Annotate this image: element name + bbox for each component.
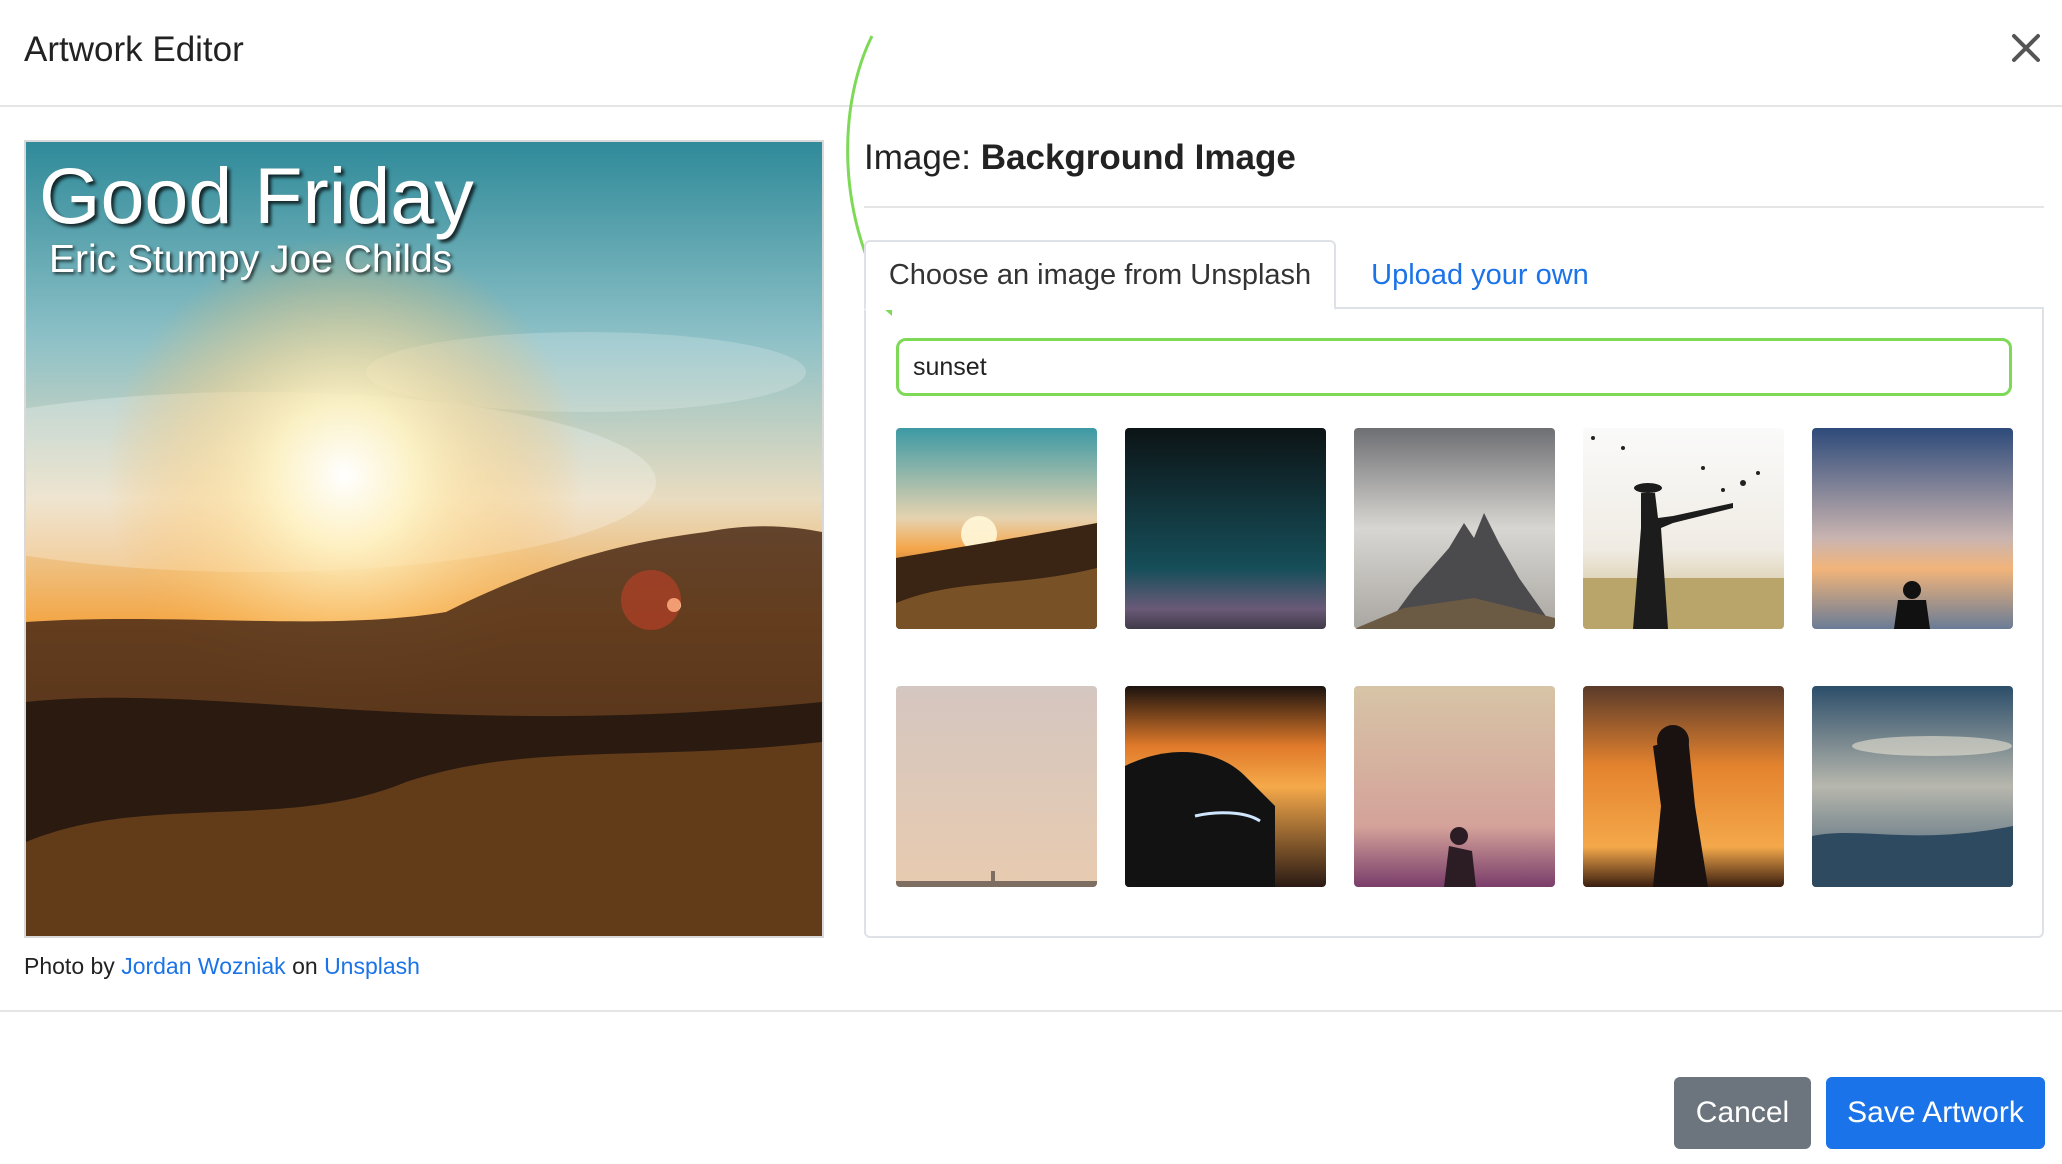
result-image[interactable] <box>1354 428 1555 629</box>
result-image[interactable] <box>896 428 1097 629</box>
section-divider <box>864 206 2044 208</box>
result-image[interactable] <box>1812 686 2013 887</box>
search-input[interactable] <box>896 338 2012 396</box>
result-woman-orange-sky <box>1583 686 1784 887</box>
modal-header: Artwork Editor <box>0 0 2062 107</box>
result-rocky-peaks <box>1354 428 1555 629</box>
result-pale-sky-city <box>896 686 1097 887</box>
result-image[interactable] <box>896 686 1097 887</box>
image-section-heading: Image: Background Image <box>864 138 1296 178</box>
cancel-button[interactable]: Cancel <box>1674 1077 1811 1149</box>
artwork-subtitle: Eric Stumpy Joe Childs <box>49 238 453 281</box>
unsplash-link[interactable]: Unsplash <box>324 953 420 979</box>
image-section-label: Image: <box>864 138 971 177</box>
artwork-preview: Good Friday Eric Stumpy Joe Childs <box>24 140 824 938</box>
result-silhouette-pink-sky <box>1354 686 1555 887</box>
result-image[interactable] <box>1354 686 1555 887</box>
result-woman-with-birds <box>1583 428 1784 629</box>
result-image[interactable] <box>1583 686 1784 887</box>
result-image[interactable] <box>1125 428 1326 629</box>
result-image[interactable] <box>1583 428 1784 629</box>
tab-unsplash[interactable]: Choose an image from Unsplash <box>864 240 1336 310</box>
save-artwork-button[interactable]: Save Artwork <box>1826 1077 2045 1149</box>
result-sunset-hills <box>896 428 1097 629</box>
credit-middle: on <box>292 953 318 979</box>
close-icon <box>2012 34 2040 62</box>
tab-upload[interactable]: Upload your own <box>1340 240 1620 310</box>
result-blue-mountain-clouds <box>1812 686 2013 887</box>
result-image[interactable] <box>1812 428 2013 629</box>
result-person-at-water <box>1812 428 2013 629</box>
modal-title: Artwork Editor <box>24 30 244 69</box>
image-section-name: Background Image <box>980 138 1296 177</box>
credit-prefix: Photo by <box>24 953 115 979</box>
result-image[interactable] <box>1125 686 1326 887</box>
artwork-title: Good Friday <box>39 151 474 240</box>
close-button[interactable] <box>2004 26 2048 70</box>
result-car-at-sunset <box>1125 686 1326 887</box>
author-link[interactable]: Jordan Wozniak <box>121 953 286 979</box>
footer-divider <box>0 1010 2062 1012</box>
photo-credit: Photo by Jordan Wozniak on Unsplash <box>24 953 420 980</box>
result-dark-teal-dusk <box>1125 428 1326 629</box>
